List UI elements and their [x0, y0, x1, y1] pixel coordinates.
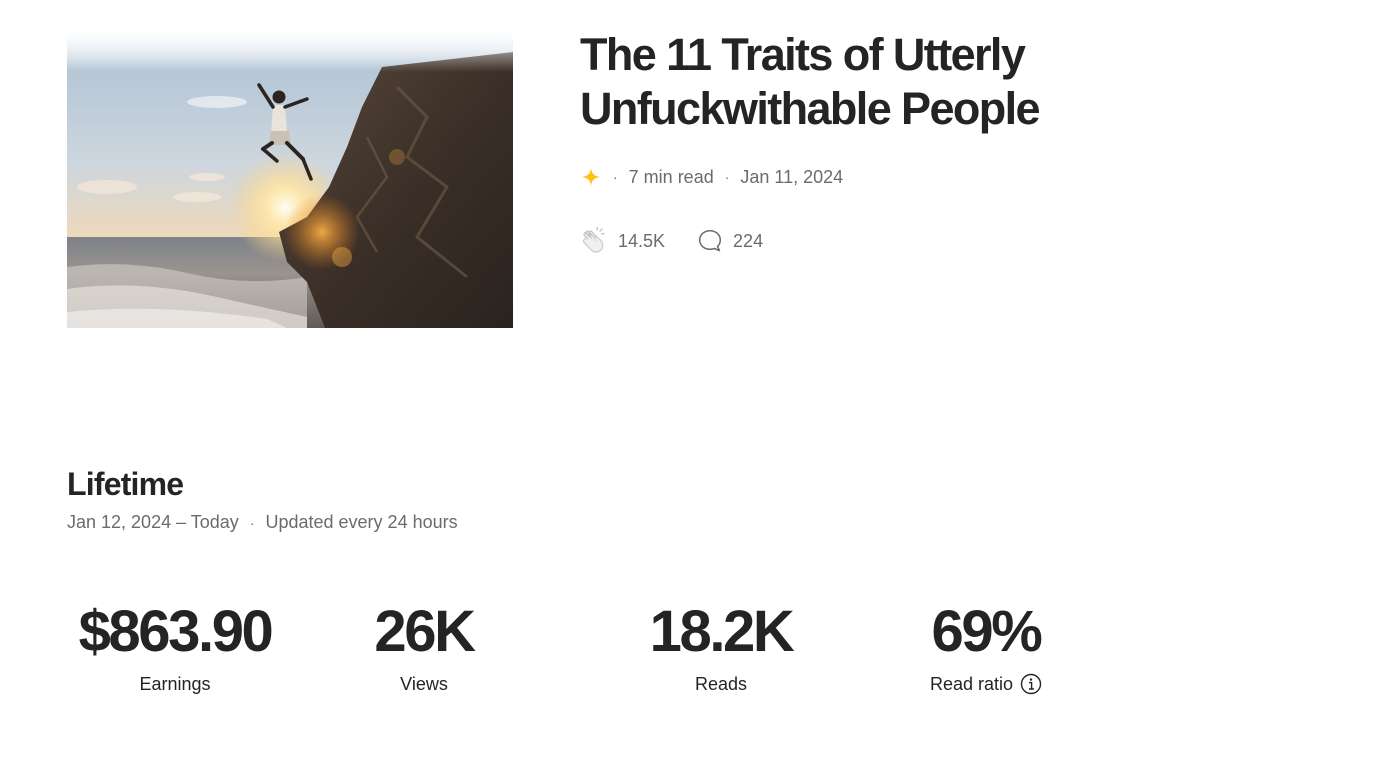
- metric-reads: 18.2K Reads: [646, 598, 796, 696]
- separator-dot: ·: [249, 514, 255, 531]
- separator-dot: ·: [613, 169, 618, 185]
- update-note: Updated every 24 hours: [265, 512, 458, 532]
- info-icon[interactable]: [1020, 673, 1042, 695]
- metric-label: Views: [366, 672, 482, 696]
- story-meta: · 7 min read · Jan 11, 2024: [580, 164, 843, 190]
- metric-label: Read ratio: [922, 672, 1050, 696]
- story-thumbnail: [67, 27, 513, 328]
- clap-icon: [582, 226, 605, 253]
- metric-value: 18.2K: [649, 599, 795, 664]
- separator-dot: ·: [724, 169, 730, 185]
- publish-date: Jan 11, 2024: [740, 166, 844, 187]
- metric-label-text: Reads: [694, 674, 748, 694]
- metric-earnings: $863.90 Earnings: [67, 598, 283, 696]
- metric-read-ratio: 69% Read ratio: [922, 598, 1050, 696]
- section-title: Lifetime: [67, 466, 184, 502]
- story-engagement: 14.5K 224: [580, 226, 763, 256]
- metric-label-text: Earnings: [139, 674, 211, 694]
- comment-bubble-icon: [698, 229, 722, 252]
- sparkle-icon: [580, 166, 602, 188]
- metric-label-text: Views: [400, 674, 448, 694]
- metric-value: 69%: [931, 599, 1043, 664]
- claps-stat[interactable]: 14.5K: [580, 226, 665, 256]
- claps-count: 14.5K: [618, 230, 666, 251]
- read-time: 7 min read: [628, 166, 714, 187]
- story-title[interactable]: The 11 Traits of Utterly Unfuckwithable …: [580, 28, 1340, 136]
- responses-count: 224: [733, 230, 764, 251]
- responses-stat[interactable]: 224: [697, 228, 763, 254]
- date-range-row: Jan 12, 2024 – Today · Updated every 24 …: [67, 512, 458, 533]
- date-range: Jan 12, 2024 – Today: [67, 512, 239, 532]
- metric-value: 26K: [374, 599, 476, 664]
- metric-views: 26K Views: [366, 598, 482, 696]
- metric-label: Earnings: [67, 672, 283, 696]
- metric-label-text: Read ratio: [929, 674, 1014, 694]
- metric-value: $863.90: [78, 599, 274, 664]
- metric-label: Reads: [646, 672, 796, 696]
